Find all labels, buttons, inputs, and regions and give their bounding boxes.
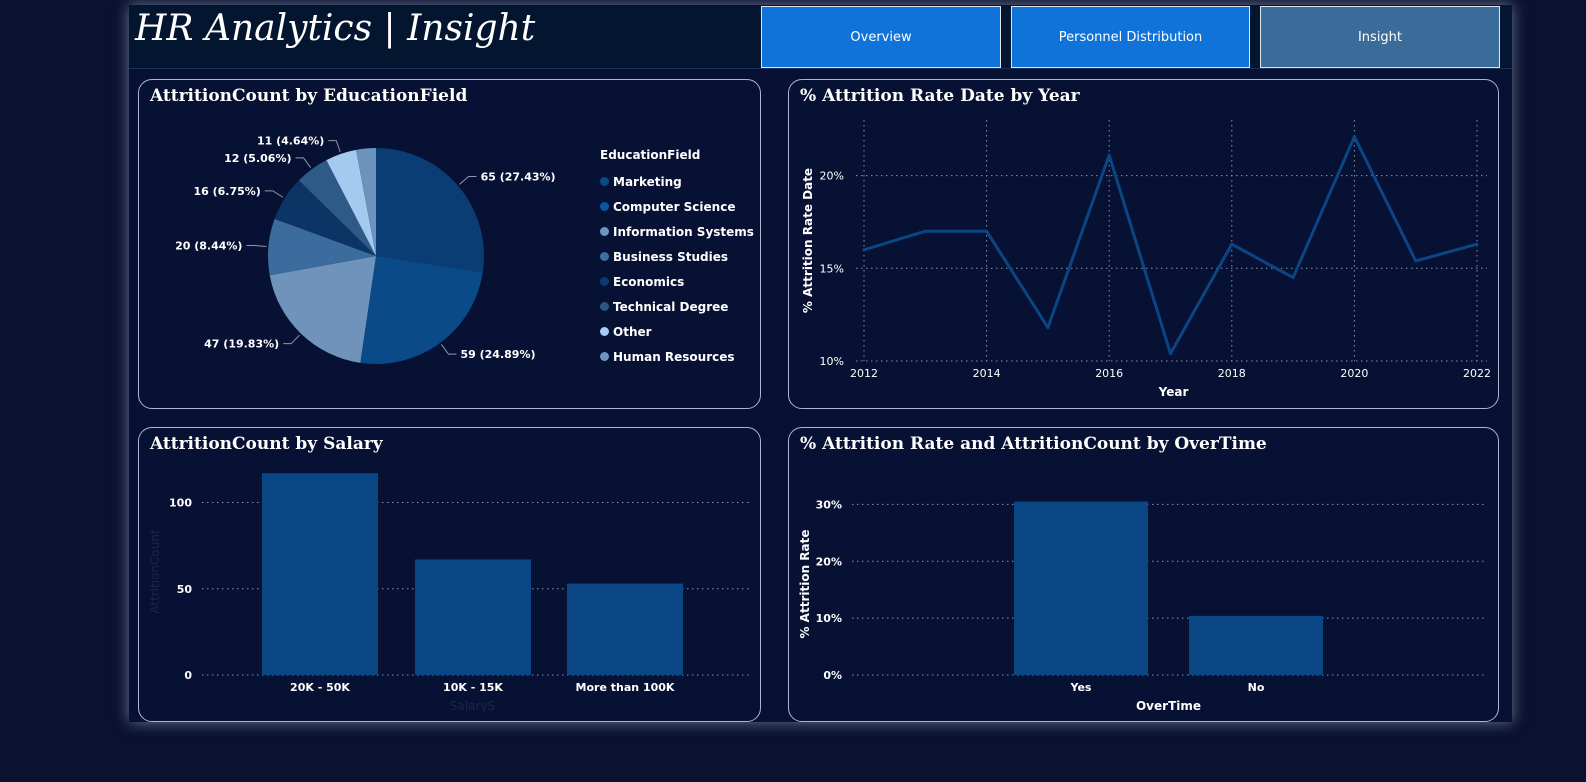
- nav-button-overview[interactable]: Overview: [761, 6, 1001, 68]
- data-point-2022: [1475, 242, 1479, 246]
- legend-label: Computer Science: [613, 199, 736, 214]
- legend-label: Technical Degree: [613, 299, 729, 314]
- legend-marker: [600, 177, 609, 186]
- attrition-by-overtime-panel: % Attrition Rate and AttritionCount by O…: [788, 427, 1499, 722]
- legend-marker: [600, 252, 609, 261]
- data-point-2020: [1352, 135, 1356, 139]
- pie-slice-marketing: [376, 148, 485, 273]
- report-canvas: HR Analytics | Insight Overview Personne…: [129, 5, 1512, 722]
- pie-data-label: 16 (6.75%): [193, 185, 260, 198]
- pie-leader-line: [328, 140, 341, 153]
- attrition-rate-line-chart: 10% 15% 20% 2012 2014 2016 2018 2020 2022 Year % A…: [801, 120, 1491, 399]
- x-tick-label: 2014: [973, 367, 1001, 380]
- attrition-rate-series-line: [863, 135, 1478, 356]
- x-tick-label: 20K - 50K: [290, 681, 350, 694]
- legend-marker: [600, 327, 609, 336]
- nav-button-personnel-distribution[interactable]: Personnel Distribution: [1011, 6, 1250, 68]
- y-tick-label: 0%: [823, 669, 842, 682]
- pie-data-label: 47 (19.83%): [204, 338, 279, 351]
- x-tick-label: Yes: [1070, 681, 1092, 694]
- pie-data-label: 12 (5.06%): [224, 152, 291, 165]
- x-tick-label: 10K - 15K: [443, 681, 503, 694]
- legend-item-marketing[interactable]: Marketing: [600, 169, 754, 194]
- pie-data-label: 59 (24.89%): [460, 348, 535, 361]
- y-tick-label: 15%: [820, 262, 844, 275]
- x-axis-title: SalaryS: [450, 699, 495, 713]
- y-axis-title: % Attrition Rate: [798, 529, 812, 638]
- y-tick-label: 30%: [816, 498, 842, 511]
- pie-leader-line: [440, 344, 457, 355]
- legend-label: Economics: [613, 274, 685, 289]
- legend-label: Other: [613, 324, 652, 339]
- attrition-by-salary-panel: AttritionCount by Salary 0 50 100 20K - 50K…: [138, 427, 761, 722]
- legend-item-business-studies[interactable]: Business Studies: [600, 244, 754, 269]
- x-tick-label: 2018: [1218, 367, 1246, 380]
- data-point-2017: [1169, 352, 1172, 356]
- data-point-2021: [1414, 259, 1418, 263]
- overtime-bar-chart: 0% 10% 20% 30% Yes No OverTime % Attrition Rate: [798, 498, 1486, 713]
- pie-leader-line: [246, 245, 267, 248]
- y-tick-label: 20%: [816, 555, 842, 568]
- bar-yes: [1014, 501, 1148, 675]
- bar-10k-15k: [415, 559, 531, 675]
- pie-leader-line: [283, 334, 300, 345]
- x-tick-label: 2012: [850, 367, 878, 380]
- y-tick-label: 10%: [820, 355, 844, 368]
- pie-leader-line: [459, 176, 477, 185]
- pie-data-label: 65 (27.43%): [481, 171, 556, 184]
- pie-data-label: 20 (8.44%): [175, 240, 242, 253]
- data-point-2019: [1291, 276, 1295, 280]
- legend-item-computer-science[interactable]: Computer Science: [600, 194, 754, 219]
- data-point-2013: [923, 229, 927, 233]
- legend-marker: [600, 202, 609, 211]
- bar-20k-50k: [262, 473, 378, 675]
- x-axis-title: OverTime: [1136, 699, 1201, 713]
- education-field-pie-panel: AttritionCount by EducationField 65 (27.…: [138, 79, 761, 409]
- legend-title: EducationField: [600, 148, 701, 162]
- y-tick-label: 100: [169, 497, 192, 510]
- report-header: HR Analytics | Insight Overview Personne…: [129, 5, 1512, 69]
- page-title: HR Analytics | Insight: [135, 8, 536, 49]
- attrition-rate-by-year-panel: % Attrition Rate Date by Year 10% 15% 20% 2…: [788, 79, 1499, 409]
- legend-item-human-resources[interactable]: Human Resources: [600, 344, 754, 369]
- nav-button-insight[interactable]: Insight: [1260, 6, 1500, 68]
- legend-label: Business Studies: [613, 249, 728, 264]
- legend-marker: [600, 227, 609, 236]
- x-tick-label: 2022: [1463, 367, 1491, 380]
- legend-item-other[interactable]: Other: [600, 319, 754, 344]
- data-point-2012: [862, 248, 866, 252]
- data-point-2016: [1107, 153, 1111, 157]
- pie-data-label: 11 (4.64%): [257, 135, 324, 148]
- x-tick-label: No: [1248, 681, 1265, 694]
- y-tick-label: 50: [177, 583, 193, 596]
- x-axis-title: Year: [1158, 385, 1189, 399]
- data-point-2014: [985, 229, 989, 233]
- y-tick-label: 20%: [820, 170, 844, 183]
- legend-label: Information Systems: [613, 224, 754, 239]
- y-tick-label: 0: [184, 669, 192, 682]
- x-tick-label: More than 100K: [576, 681, 675, 694]
- x-tick-label: 2016: [1095, 367, 1123, 380]
- legend-marker: [600, 277, 609, 286]
- data-point-2015: [1046, 326, 1050, 330]
- pie-leader-line: [264, 190, 284, 198]
- pie-leader-line: [295, 157, 312, 168]
- bar-no: [1189, 615, 1323, 675]
- legend-marker: [600, 352, 609, 361]
- legend-label: Human Resources: [613, 349, 735, 364]
- y-axis-title: % Attrition Rate Date: [801, 168, 815, 313]
- legend-label: Marketing: [613, 174, 682, 189]
- x-tick-label: 2020: [1340, 367, 1368, 380]
- salary-bar-chart: 0 50 100 20K - 50K 10K - 15K More than 100K Sa…: [148, 473, 749, 713]
- legend-item-technical-degree[interactable]: Technical Degree: [600, 294, 754, 319]
- legend-item-economics[interactable]: Economics: [600, 269, 754, 294]
- legend-item-information-systems[interactable]: Information Systems: [600, 219, 754, 244]
- bar-more-than-100k: [567, 583, 683, 675]
- legend-marker: [600, 302, 609, 311]
- y-axis-title: AttritionCount: [148, 529, 162, 614]
- pie-legend: EducationField Marketing Computer Science…: [600, 148, 754, 369]
- data-point-2018: [1230, 242, 1234, 246]
- y-tick-label: 10%: [816, 612, 842, 625]
